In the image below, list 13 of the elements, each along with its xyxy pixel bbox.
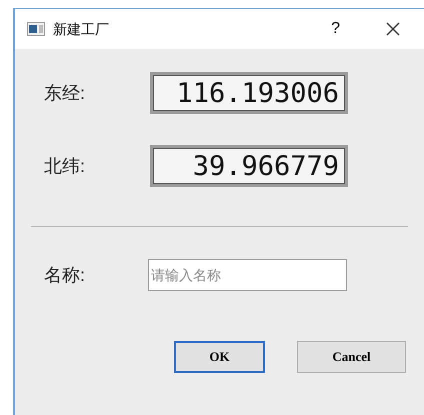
close-button[interactable] [384, 20, 402, 38]
close-icon [386, 22, 400, 36]
readout-label: 北纬: [44, 154, 86, 178]
window-title: 新建工厂 [53, 20, 109, 38]
name-label: 名称: [44, 264, 86, 286]
lcd-display: 39.966779 [150, 145, 348, 187]
dialog-button[interactable]: OK [174, 341, 265, 373]
readout-label: 东经: [44, 82, 86, 104]
help-button[interactable]: ? [331, 17, 340, 41]
window-icon [27, 22, 45, 36]
dialog-button[interactable]: Cancel [297, 341, 406, 373]
lcd-display: 116.193006 [150, 72, 348, 114]
name-input[interactable]: 请输入名称 [148, 259, 347, 291]
